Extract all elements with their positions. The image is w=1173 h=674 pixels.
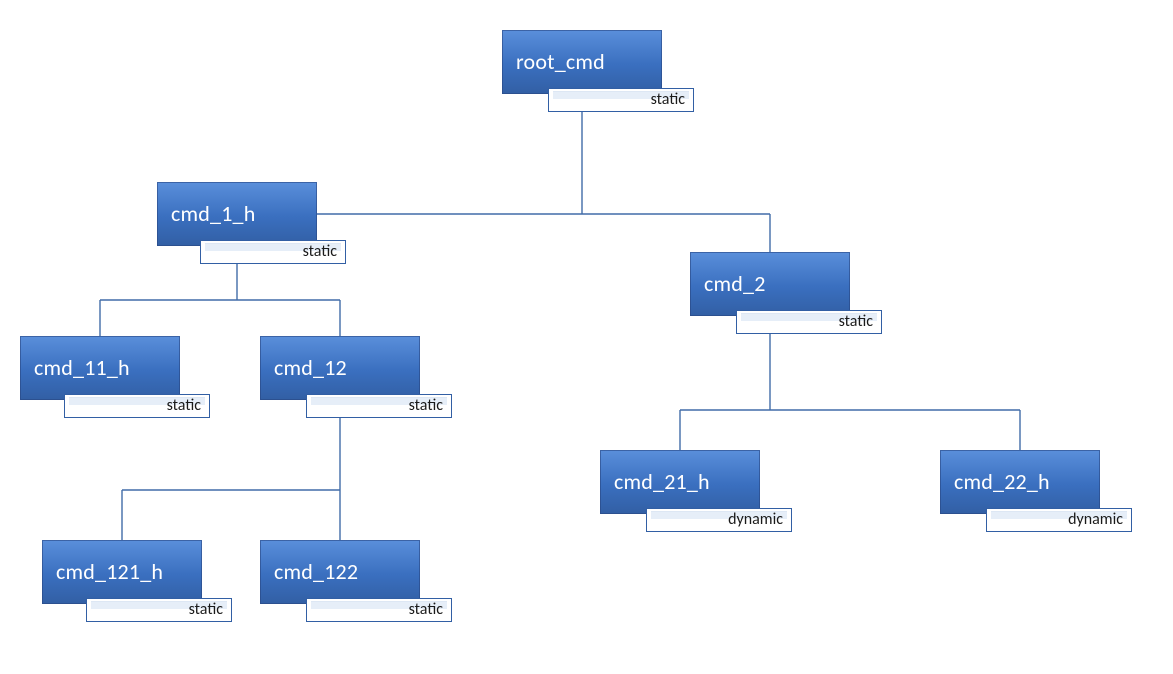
node-cmd-1-h: cmd_1_h (157, 182, 317, 246)
tag-cmd-121-h: static (86, 598, 232, 622)
node-cmd-122: cmd_122 (260, 540, 420, 604)
node-label: cmd_22_h (954, 470, 1050, 494)
node-cmd-2: cmd_2 (690, 252, 850, 316)
tag-label: dynamic (728, 510, 783, 529)
node-cmd-21-h: cmd_21_h (600, 450, 760, 514)
node-cmd-22-h: cmd_22_h (940, 450, 1100, 514)
diagram-stage: root_cmd static cmd_1_h static cmd_2 sta… (0, 0, 1173, 674)
node-label: cmd_11_h (34, 356, 130, 380)
tag-label: static (409, 396, 443, 415)
tag-label: static (189, 600, 223, 619)
node-cmd-11-h: cmd_11_h (20, 336, 180, 400)
tag-label: static (167, 396, 201, 415)
tag-label: static (409, 600, 443, 619)
tag-cmd-12: static (306, 394, 452, 418)
tag-label: static (839, 312, 873, 331)
node-label: cmd_121_h (56, 560, 163, 584)
node-cmd-121-h: cmd_121_h (42, 540, 202, 604)
tag-root-cmd: static (548, 88, 694, 112)
node-label: cmd_21_h (614, 470, 710, 494)
tag-cmd-21-h: dynamic (646, 508, 792, 532)
node-label: cmd_122 (274, 560, 358, 584)
tag-cmd-11-h: static (64, 394, 210, 418)
node-label: cmd_1_h (171, 202, 255, 226)
node-label: root_cmd (516, 50, 605, 74)
tag-label: dynamic (1068, 510, 1123, 529)
tag-cmd-1-h: static (200, 240, 346, 264)
tag-cmd-22-h: dynamic (986, 508, 1132, 532)
tag-label: static (303, 242, 337, 261)
node-label: cmd_12 (274, 356, 347, 380)
node-label: cmd_2 (704, 272, 766, 296)
tag-cmd-2: static (736, 310, 882, 334)
tag-cmd-122: static (306, 598, 452, 622)
tag-label: static (651, 90, 685, 109)
node-root-cmd: root_cmd (502, 30, 662, 94)
node-cmd-12: cmd_12 (260, 336, 420, 400)
